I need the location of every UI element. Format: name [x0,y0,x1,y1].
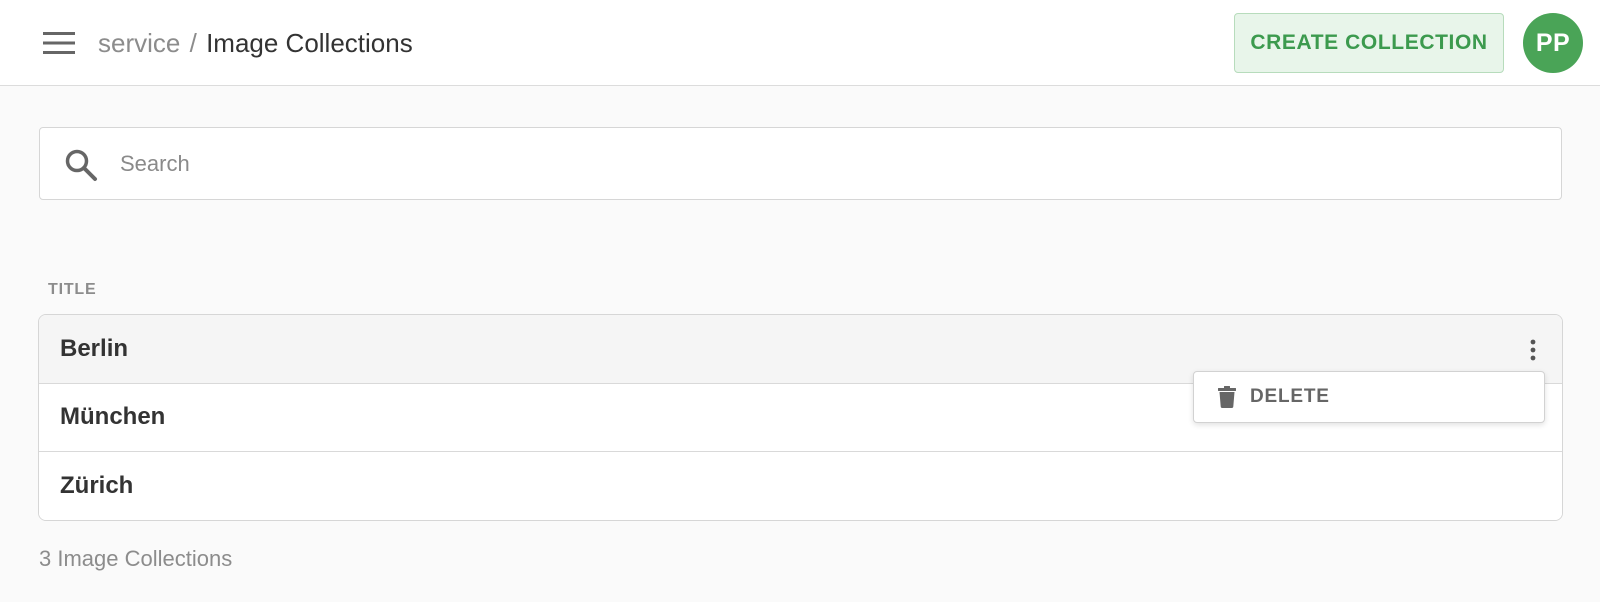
search-icon [64,148,98,182]
create-collection-button[interactable]: CREATE COLLECTION [1234,13,1504,73]
column-header-title[interactable]: TITLE [48,281,96,299]
avatar[interactable]: PP [1523,13,1583,73]
more-options-icon[interactable] [1522,337,1544,363]
hamburger-menu-icon[interactable] [40,27,78,59]
collection-count: 3 Image Collections [39,546,233,571]
delete-label: DELETE [1250,386,1330,407]
table-row[interactable]: Zürich [39,452,1562,520]
row-title: Zürich [60,472,134,500]
top-bar: service / Image Collections CREATE COLLE… [0,0,1600,86]
trash-icon [1218,386,1236,408]
row-title: Berlin [60,334,129,362]
breadcrumb-separator: / [189,28,197,58]
search-bar [39,127,1562,200]
breadcrumb-root[interactable]: service [98,28,180,58]
search-input[interactable] [120,128,1540,199]
row-title: München [60,403,166,431]
row-context-menu: DELETE [1193,371,1545,423]
breadcrumb: service / Image Collections [98,26,413,60]
page-title: Image Collections [206,28,413,58]
delete-menu-item[interactable]: DELETE [1194,372,1544,422]
